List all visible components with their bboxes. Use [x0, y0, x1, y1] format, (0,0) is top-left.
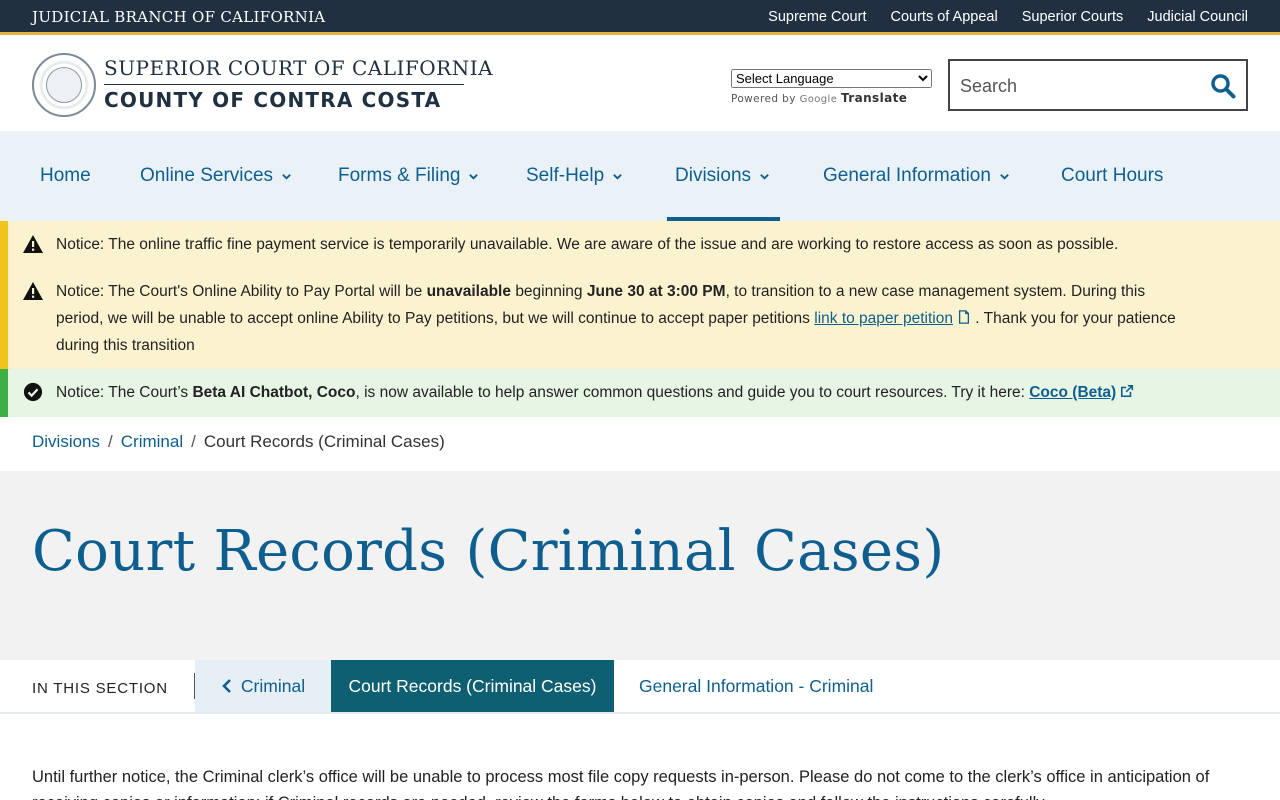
notice-label: Notice: — [56, 283, 105, 300]
breadcrumb-criminal[interactable]: Criminal — [121, 432, 183, 451]
nav-item-label: Forms & Filing — [338, 165, 461, 186]
nav-item-label: Self-Help — [526, 165, 605, 186]
court-seal-logo[interactable] — [32, 53, 96, 117]
section-tab-general-information-criminal[interactable]: General Information - Criminal — [639, 660, 873, 712]
nav-item-forms-filing[interactable]: Forms & Filing — [338, 131, 479, 221]
notice-text-part: , is now available to help answer common… — [355, 384, 1025, 401]
notice-text-part: The Court’s — [108, 384, 189, 401]
topbar-link-superior-courts[interactable]: Superior Courts — [1022, 9, 1124, 25]
search-icon[interactable] — [1210, 73, 1236, 99]
notice-traffic-fine: Notice: The online traffic fine payment … — [8, 221, 1280, 258]
judicial-branch-title[interactable]: JUDICIAL BRANCH OF CALIFORNIA — [32, 8, 325, 26]
chevron-down-icon — [613, 173, 622, 180]
section-tab-criminal-back[interactable]: Criminal — [195, 660, 331, 712]
main-navigation: Home Online Services Forms & Filing Self… — [0, 131, 1280, 221]
external-link-icon — [1121, 384, 1134, 398]
search-input[interactable] — [960, 73, 1190, 99]
section-tab-label: Court Records (Criminal Cases) — [348, 675, 597, 696]
notice-emphasis-date: June 30 at 3:00 PM — [586, 283, 726, 300]
chevron-left-icon — [222, 679, 231, 693]
nav-item-label: Online Services — [140, 165, 274, 186]
nav-item-self-help[interactable]: Self-Help — [526, 131, 623, 221]
notice-ability-to-pay: Notice: The Court's Online Ability to Pa… — [8, 258, 1280, 359]
logo-divider — [104, 84, 464, 85]
nav-item-general-information[interactable]: General Information — [823, 131, 1010, 221]
powered-by-label: Powered by — [731, 93, 796, 105]
nav-item-label: Court Hours — [1061, 165, 1164, 186]
judicial-branch-bar: JUDICIAL BRANCH OF CALIFORNIA Supreme Co… — [0, 0, 1280, 35]
chevron-down-icon — [282, 173, 291, 180]
warning-icon — [23, 235, 43, 253]
section-navigation: IN THIS SECTION Criminal Court Records (… — [0, 660, 1280, 714]
document-icon — [958, 310, 970, 324]
search-box — [948, 59, 1248, 111]
breadcrumb-separator: / — [108, 432, 113, 451]
check-circle-icon — [23, 382, 43, 402]
google-logo[interactable]: Google — [800, 94, 838, 105]
chevron-down-icon — [760, 173, 769, 180]
section-tab-court-records[interactable]: Court Records (Criminal Cases) — [331, 660, 614, 712]
topbar-link-supreme-court[interactable]: Supreme Court — [768, 9, 866, 25]
logo-court-name[interactable]: SUPERIOR COURT OF CALIFORNIA — [104, 56, 493, 80]
paper-petition-link[interactable]: link to paper petition — [814, 310, 953, 327]
notice-text-part: beginning — [515, 283, 583, 300]
language-selector: Select Language Powered by Google Transl… — [731, 68, 932, 105]
section-nav-label: IN THIS SECTION — [32, 680, 168, 697]
chevron-down-icon — [469, 173, 479, 180]
breadcrumb-current: Court Records (Criminal Cases) — [203, 432, 445, 451]
nav-item-label: General Information — [823, 165, 991, 186]
notice-banner-chatbot: Notice: The Court’s Beta AI Chatbot, Coc… — [0, 369, 1280, 417]
notice-text-part: The Court's Online Ability to Pay Portal… — [108, 283, 423, 300]
logo-county-name[interactable]: COUNTY OF CONTRA COSTA — [104, 88, 441, 112]
notice-emphasis-chatbot: Beta AI Chatbot, Coco — [192, 384, 356, 401]
notice-chatbot: Notice: The Court’s Beta AI Chatbot, Coc… — [8, 369, 1280, 406]
notice-label: Notice: — [56, 236, 105, 253]
nav-item-divisions[interactable]: Divisions — [666, 131, 781, 221]
nav-item-label: Home — [40, 165, 91, 186]
notice-banner-warnings: Notice: The online traffic fine payment … — [0, 221, 1280, 369]
breadcrumb: Divisions / Criminal / Court Records (Crimin… — [32, 432, 445, 452]
coco-beta-link[interactable]: Coco (Beta) — [1029, 384, 1116, 401]
topbar-link-judicial-council[interactable]: Judicial Council — [1147, 9, 1248, 25]
section-tab-label: General Information - Criminal — [639, 675, 874, 696]
nav-item-court-hours[interactable]: Court Hours — [1061, 131, 1163, 221]
body-paragraph: Until further notice, the Criminal clerk… — [32, 768, 1210, 800]
section-tab-label: Criminal — [240, 675, 306, 696]
notice-emphasis-unavailable: unavailable — [426, 283, 511, 300]
page-title: Court Records (Criminal Cases) — [32, 519, 945, 584]
breadcrumb-separator: / — [191, 432, 196, 451]
topbar-link-courts-of-appeal[interactable]: Courts of Appeal — [890, 9, 997, 25]
notice-text: The online traffic fine payment service … — [108, 236, 1119, 253]
nav-item-online-services[interactable]: Online Services — [140, 131, 292, 221]
translate-label: Translate — [841, 91, 908, 105]
language-select[interactable]: Select Language — [731, 69, 932, 88]
page-hero: Court Records (Criminal Cases) — [0, 471, 1280, 660]
nav-item-label: Divisions — [675, 165, 752, 186]
nav-item-home[interactable]: Home — [40, 131, 91, 221]
topbar-links: Supreme Court Courts of Appeal Superior … — [768, 9, 1248, 25]
powered-by-google-translate: Powered by Google Translate — [731, 91, 932, 105]
breadcrumb-divisions[interactable]: Divisions — [32, 432, 100, 451]
chevron-down-icon — [1000, 173, 1009, 180]
court-seal-center — [46, 67, 82, 103]
notice-label: Notice: — [56, 384, 105, 401]
warning-icon — [23, 282, 43, 300]
site-header: SUPERIOR COURT OF CALIFORNIA COUNTY OF C… — [0, 38, 1280, 131]
